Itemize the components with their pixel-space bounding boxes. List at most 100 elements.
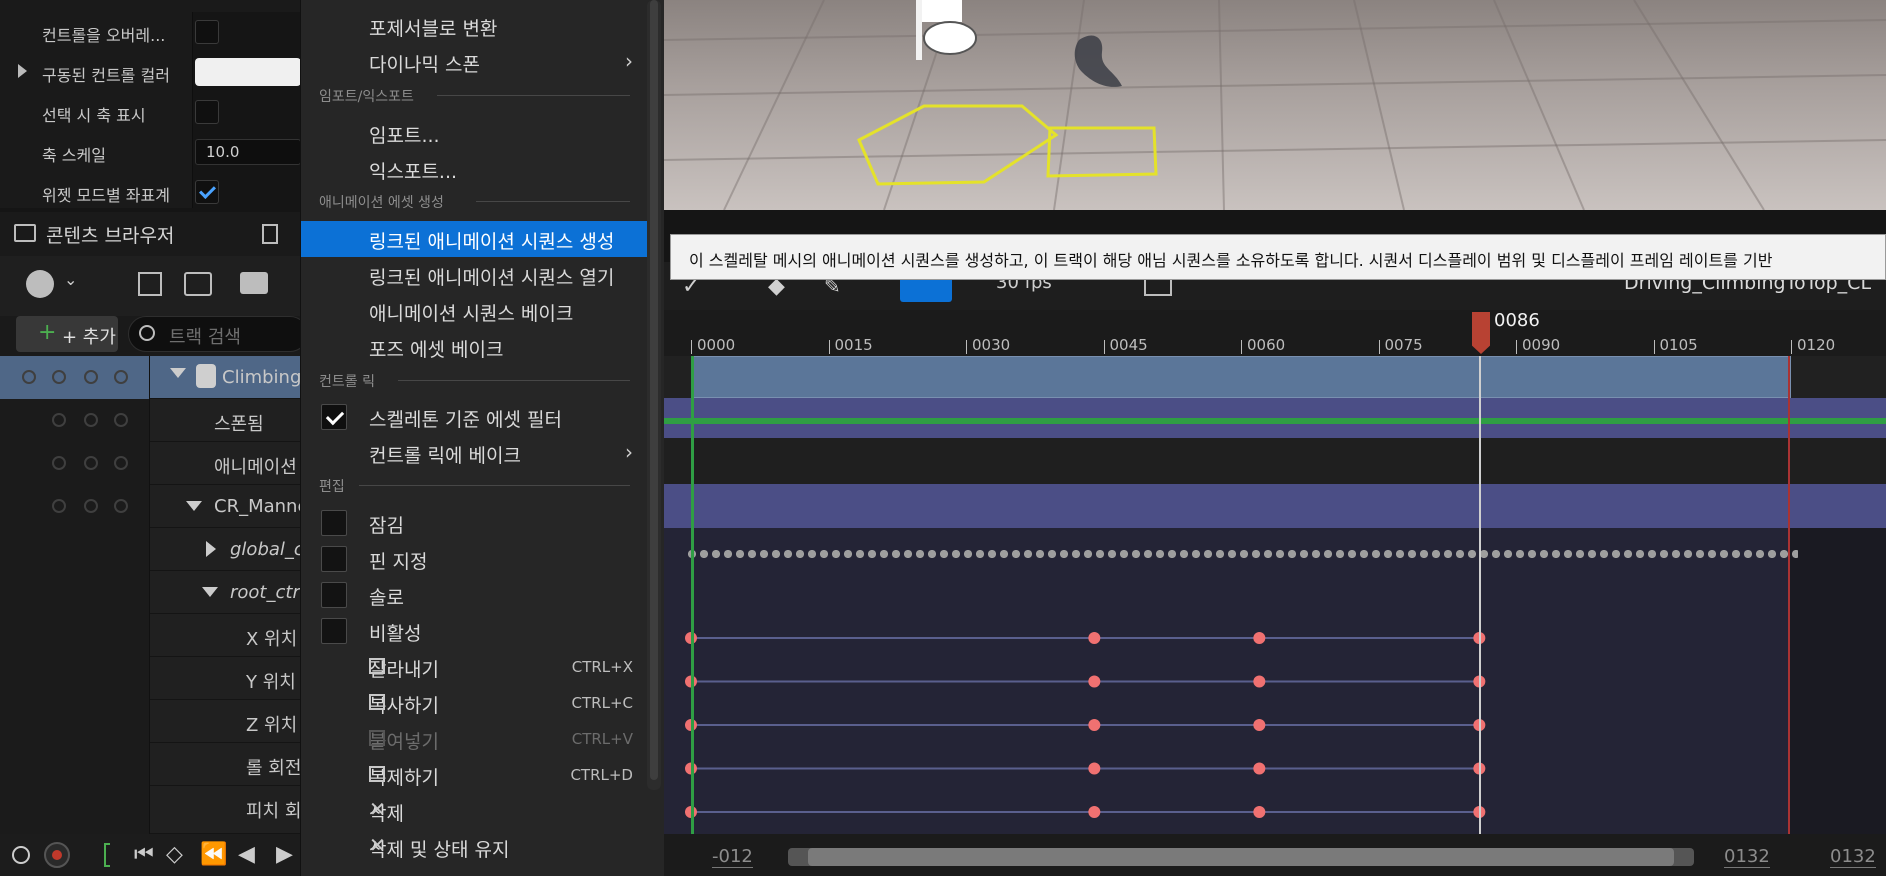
track-row-control-rig[interactable]: CR_Manne (0, 485, 309, 528)
track-row-roll[interactable]: 롤 회전 (0, 743, 302, 786)
menu-item[interactable]: 컨트롤 릭에 베이크 › (301, 435, 647, 471)
keyframe[interactable] (1088, 719, 1101, 731)
show-axis-checkbox[interactable] (195, 100, 219, 124)
scrollbar-thumb[interactable] (808, 848, 1674, 866)
menu-item[interactable]: 비활성 (301, 613, 647, 649)
track-label: 피치 회 (246, 801, 302, 822)
range-start-field[interactable]: -012 (712, 846, 753, 868)
menu-item[interactable]: 익스포트... (301, 151, 647, 187)
track-search-input[interactable]: 트랙 검색 (128, 316, 308, 352)
overlay-checkbox[interactable] (195, 20, 219, 44)
playhead-marker[interactable] (1472, 312, 1490, 354)
axis-scale-input[interactable]: 10.0 (195, 139, 301, 165)
prev-key-icon[interactable]: ◇ (166, 842, 183, 867)
level-viewport[interactable] (664, 0, 1886, 210)
horizontal-scrollbar[interactable] (788, 848, 1694, 866)
ruler-tick (691, 340, 692, 354)
headphones-icon[interactable] (84, 499, 98, 513)
menu-scrollbar[interactable] (647, 0, 661, 790)
add-track-button[interactable]: + + 추가 (16, 316, 118, 352)
keyframe[interactable] (1253, 675, 1266, 688)
collapse-arrow-icon[interactable] (206, 541, 216, 557)
view-end-field[interactable]: 0132 (1830, 846, 1876, 868)
expand-arrow-icon[interactable] (186, 501, 202, 511)
menu-item[interactable]: 복사하기 CTRL+C (301, 685, 647, 721)
track-row-animation[interactable]: 애니메이션 (0, 442, 300, 485)
menu-item[interactable]: 스켈레톤 기준 에셋 필터 (301, 399, 647, 435)
track-label: 롤 회전 (246, 758, 302, 779)
keyframe[interactable] (1253, 806, 1266, 818)
jump-start-icon[interactable]: ⏮ (134, 842, 154, 867)
track-row-pitch[interactable]: 피치 회 (0, 786, 302, 834)
disable-icon[interactable] (114, 499, 128, 513)
menu-item[interactable]: 링크된 애니메이션 시퀀스 열기 (301, 257, 647, 293)
keyframe[interactable] (1253, 632, 1266, 644)
world-icon[interactable] (26, 270, 54, 298)
track-row-root-ctrl[interactable]: root_ctr (0, 571, 300, 614)
expand-arrow-icon[interactable] (170, 368, 186, 378)
info-icon[interactable] (12, 846, 30, 864)
menu-item[interactable]: 복제하기 CTRL+D (301, 757, 647, 793)
track-toggle-icons (0, 528, 150, 571)
menu-checkbox[interactable] (321, 618, 347, 644)
menu-item[interactable]: 포즈 에셋 베이크 (301, 329, 647, 365)
camera-icon[interactable] (240, 272, 268, 294)
sequencer-tab-icon[interactable] (262, 224, 278, 244)
menu-checkbox[interactable] (321, 546, 347, 572)
pin-icon[interactable] (22, 370, 36, 384)
range-end-field[interactable]: 0132 (1724, 846, 1770, 868)
chevron-down-icon[interactable]: ⌄ (64, 270, 77, 289)
content-browser-tab[interactable]: 콘텐츠 브라우저 (46, 221, 174, 248)
track-row-z-location[interactable]: Z 위치 (0, 700, 300, 743)
disable-icon[interactable] (114, 413, 128, 427)
menu-item[interactable]: 임포트... (301, 115, 647, 151)
headphones-icon[interactable] (84, 370, 98, 384)
record-button[interactable] (44, 842, 70, 868)
menu-item[interactable]: 삭제 ✕ (301, 793, 647, 829)
menu-item[interactable]: 핀 지정 (301, 541, 647, 577)
menu-checkbox[interactable] (321, 510, 347, 536)
keyframe[interactable] (1088, 675, 1101, 688)
lock-icon[interactable] (52, 499, 66, 513)
play-reverse-icon[interactable]: ◀ (238, 842, 255, 867)
prev-frame-icon[interactable]: ⏪ (200, 842, 227, 867)
track-row-y-location[interactable]: Y 위치 (0, 657, 300, 700)
expand-arrow-icon[interactable] (18, 64, 27, 78)
menu-item[interactable]: 잘라내기 CTRL+X (301, 649, 647, 685)
keyframe[interactable] (1088, 806, 1101, 818)
keyframe[interactable] (1253, 762, 1266, 775)
track-area[interactable] (664, 356, 1886, 834)
menu-item[interactable]: 삭제 및 상태 유지 ✕ (301, 829, 647, 865)
keyframe[interactable] (1088, 762, 1101, 775)
lock-icon[interactable] (52, 413, 66, 427)
track-row-x-location[interactable]: X 위치 (0, 614, 300, 657)
widget-coords-checkbox[interactable] (195, 180, 219, 204)
disable-icon[interactable] (114, 456, 128, 470)
menu-item[interactable]: 잠김 (301, 505, 647, 541)
plus-icon: + (38, 320, 57, 345)
keyframe[interactable] (1253, 719, 1266, 731)
menu-item[interactable]: 솔로 (301, 577, 647, 613)
play-icon[interactable]: ▶ (276, 842, 293, 867)
expand-arrow-icon[interactable] (202, 587, 218, 597)
disable-icon[interactable] (114, 370, 128, 384)
menu-checkbox[interactable] (321, 582, 347, 608)
driven-color-swatch[interactable] (195, 58, 301, 86)
find-folder-icon[interactable] (184, 272, 212, 296)
range-start-icon[interactable] (104, 843, 110, 867)
menu-item[interactable]: 포제서블로 변환 (301, 8, 647, 44)
timeline-ruler[interactable]: 0000 0015 0030 0045 0060 0075 0090 0105 0120 008… (664, 310, 1886, 356)
track-row-global-ctrl[interactable]: global_c (0, 528, 304, 571)
menu-item[interactable]: 애니메이션 시퀀스 베이크 (301, 293, 647, 329)
lock-icon[interactable] (52, 456, 66, 470)
menu-item[interactable]: 링크된 애니메이션 시퀀스 생성 (301, 221, 647, 257)
track-row-spawned[interactable]: 스폰됨 (0, 399, 300, 442)
lock-icon[interactable] (52, 370, 66, 384)
track-row-climbing[interactable]: Climbing (0, 356, 301, 399)
menu-item[interactable]: 다이나믹 스폰 › (301, 44, 647, 80)
headphones-icon[interactable] (84, 413, 98, 427)
add-track-icon[interactable] (138, 272, 162, 296)
headphones-icon[interactable] (84, 456, 98, 470)
keyframe[interactable] (1088, 632, 1101, 644)
menu-checkbox[interactable] (321, 404, 347, 430)
